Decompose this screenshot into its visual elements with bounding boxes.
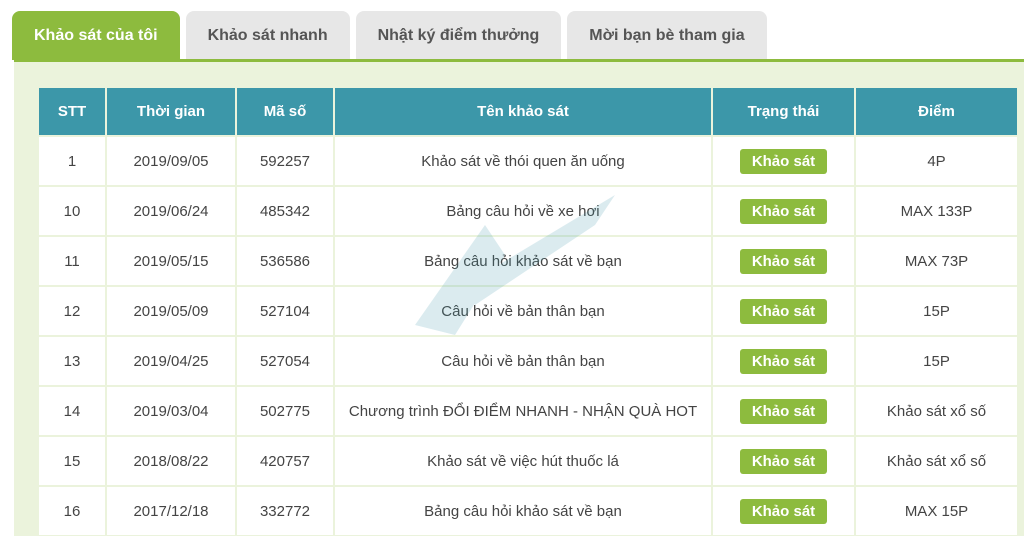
- cell-code: 592257: [237, 137, 333, 185]
- cell-code: 536586: [237, 237, 333, 285]
- cell-name: Bảng câu hỏi khảo sát về bạn: [335, 237, 711, 285]
- table-row: 11 2019/05/15 536586 Bảng câu hỏi khảo s…: [39, 237, 1017, 285]
- cell-status: Khảo sát: [713, 387, 854, 435]
- cell-stt: 15: [39, 437, 105, 485]
- cell-name: Bảng câu hỏi khảo sát về bạn: [335, 487, 711, 535]
- cell-stt: 1: [39, 137, 105, 185]
- cell-status: Khảo sát: [713, 187, 854, 235]
- cell-date: 2019/05/09: [107, 287, 235, 335]
- cell-points: 4P: [856, 137, 1017, 185]
- header-status: Trạng thái: [713, 88, 854, 135]
- cell-points: 15P: [856, 287, 1017, 335]
- cell-points: MAX 133P: [856, 187, 1017, 235]
- tab-quick-surveys[interactable]: Khảo sát nhanh: [185, 11, 350, 60]
- cell-stt: 10: [39, 187, 105, 235]
- survey-button[interactable]: Khảo sát: [739, 198, 828, 224]
- survey-button[interactable]: Khảo sát: [739, 398, 828, 424]
- cell-code: 502775: [237, 387, 333, 435]
- survey-button[interactable]: Khảo sát: [739, 148, 828, 174]
- cell-points: MAX 73P: [856, 237, 1017, 285]
- cell-code: 527054: [237, 337, 333, 385]
- cell-date: 2019/06/24: [107, 187, 235, 235]
- cell-points: MAX 15P: [856, 487, 1017, 535]
- cell-points: 15P: [856, 337, 1017, 385]
- survey-table: STT Thời gian Mã số Tên khảo sát Trạng t…: [37, 86, 1019, 536]
- cell-stt: 14: [39, 387, 105, 435]
- cell-status: Khảo sát: [713, 437, 854, 485]
- cell-stt: 12: [39, 287, 105, 335]
- table-row: 14 2019/03/04 502775 Chương trình ĐỔI ĐI…: [39, 387, 1017, 435]
- cell-name: Câu hỏi về bản thân bạn: [335, 337, 711, 385]
- tab-reward-log[interactable]: Nhật ký điểm thưởng: [355, 11, 562, 60]
- table-header-row: STT Thời gian Mã số Tên khảo sát Trạng t…: [39, 88, 1017, 135]
- header-code: Mã số: [237, 88, 333, 135]
- table-row: 16 2017/12/18 332772 Bảng câu hỏi khảo s…: [39, 487, 1017, 535]
- header-name: Tên khảo sát: [335, 88, 711, 135]
- cell-status: Khảo sát: [713, 487, 854, 535]
- tab-my-surveys[interactable]: Khảo sát của tôi: [12, 11, 180, 60]
- cell-name: Bảng câu hỏi về xe hơi: [335, 187, 711, 235]
- tab-bar: Khảo sát của tôi Khảo sát nhanh Nhật ký …: [12, 11, 767, 61]
- survey-panel: STT Thời gian Mã số Tên khảo sát Trạng t…: [14, 62, 1024, 536]
- cell-date: 2019/09/05: [107, 137, 235, 185]
- cell-status: Khảo sát: [713, 137, 854, 185]
- cell-points: Khảo sát xổ số: [856, 437, 1017, 485]
- cell-code: 332772: [237, 487, 333, 535]
- survey-button[interactable]: Khảo sát: [739, 448, 828, 474]
- cell-date: 2019/04/25: [107, 337, 235, 385]
- cell-date: 2018/08/22: [107, 437, 235, 485]
- table-row: 1 2019/09/05 592257 Khảo sát về thói que…: [39, 137, 1017, 185]
- header-date: Thời gian: [107, 88, 235, 135]
- cell-name: Chương trình ĐỔI ĐIỂM NHANH - NHẬN QUÀ H…: [335, 387, 711, 435]
- survey-button[interactable]: Khảo sát: [739, 298, 828, 324]
- survey-button[interactable]: Khảo sát: [739, 348, 828, 374]
- table-row: 12 2019/05/09 527104 Câu hỏi về bản thân…: [39, 287, 1017, 335]
- cell-name: Khảo sát về thói quen ăn uống: [335, 137, 711, 185]
- cell-code: 485342: [237, 187, 333, 235]
- survey-button[interactable]: Khảo sát: [739, 248, 828, 274]
- cell-name: Khảo sát về việc hút thuốc lá: [335, 437, 711, 485]
- cell-status: Khảo sát: [713, 337, 854, 385]
- table-row: 13 2019/04/25 527054 Câu hỏi về bản thân…: [39, 337, 1017, 385]
- cell-stt: 11: [39, 237, 105, 285]
- cell-date: 2019/05/15: [107, 237, 235, 285]
- cell-status: Khảo sát: [713, 237, 854, 285]
- survey-button[interactable]: Khảo sát: [739, 498, 828, 524]
- header-stt: STT: [39, 88, 105, 135]
- cell-stt: 13: [39, 337, 105, 385]
- cell-name: Câu hỏi về bản thân bạn: [335, 287, 711, 335]
- cell-date: 2017/12/18: [107, 487, 235, 535]
- cell-stt: 16: [39, 487, 105, 535]
- cell-points: Khảo sát xổ số: [856, 387, 1017, 435]
- cell-code: 527104: [237, 287, 333, 335]
- cell-date: 2019/03/04: [107, 387, 235, 435]
- cell-status: Khảo sát: [713, 287, 854, 335]
- table-row: 15 2018/08/22 420757 Khảo sát về việc hú…: [39, 437, 1017, 485]
- tab-invite-friends[interactable]: Mời bạn bè tham gia: [567, 11, 767, 60]
- header-points: Điểm: [856, 88, 1017, 135]
- cell-code: 420757: [237, 437, 333, 485]
- table-row: 10 2019/06/24 485342 Bảng câu hỏi về xe …: [39, 187, 1017, 235]
